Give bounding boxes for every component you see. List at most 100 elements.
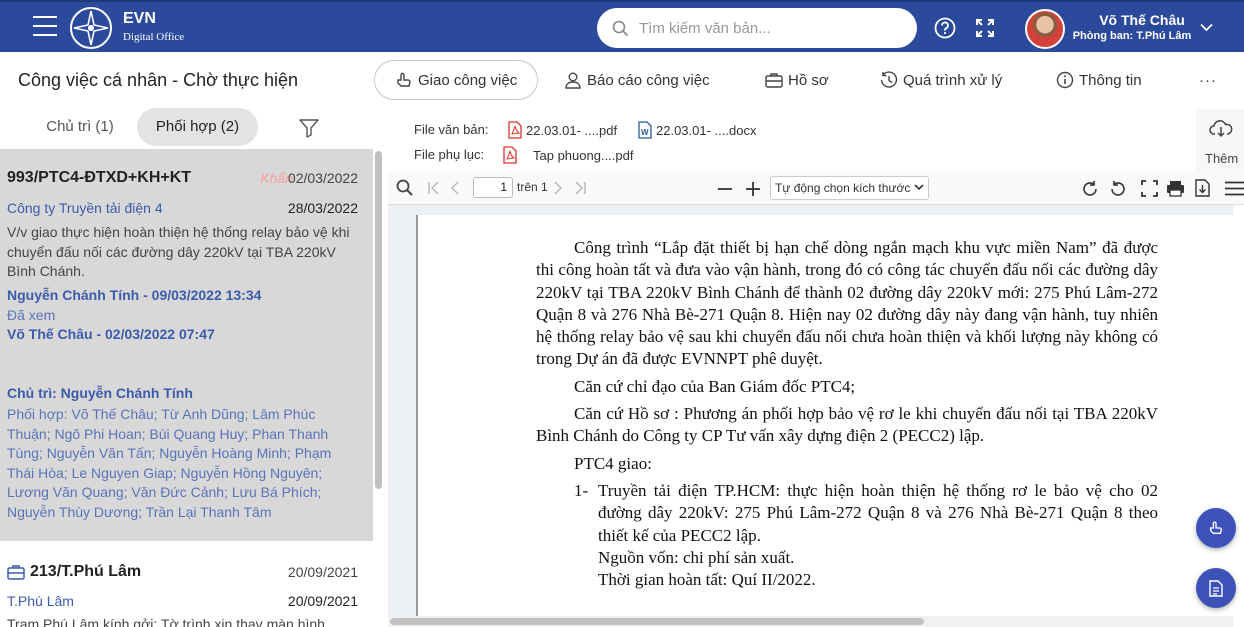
last-page-icon[interactable] <box>573 181 587 195</box>
avatar[interactable] <box>1025 9 1065 49</box>
tab-chu-tri[interactable]: Chủ trì (1) <box>30 108 130 146</box>
document-summary: V/v giao thực hiện hoàn thiện hệ thống r… <box>7 224 350 279</box>
paragraph: Nguồn vốn: chi phí sản xuất. <box>598 547 795 567</box>
viewer-horizontal-scrollbar[interactable] <box>388 616 1233 627</box>
chevron-down-icon[interactable] <box>1200 23 1213 32</box>
briefcase-icon <box>7 565 25 580</box>
process-history-button[interactable]: Quá trình xử lý <box>880 60 1002 100</box>
user-department: Phòng ban: T.Phú Lâm <box>1072 30 1192 42</box>
print-icon[interactable] <box>1166 180 1185 197</box>
assign-task-button[interactable]: Giao công việc <box>374 60 539 100</box>
receiver: Võ Thế Châu - 02/03/2022 07:47 <box>7 326 215 342</box>
zoom-value: Tự động chọn kích thước <box>775 181 911 195</box>
tab-phoi-hop[interactable]: Phối hợp (2) <box>137 108 258 146</box>
cloud-download-icon <box>1209 120 1233 138</box>
document-date: 20/09/2021 <box>287 564 358 580</box>
list-scrollbar[interactable] <box>374 149 383 627</box>
search-icon <box>612 20 629 37</box>
scrollbar-thumb[interactable] <box>390 618 924 625</box>
zoom-out-icon[interactable] <box>717 181 733 197</box>
rotate-counterclockwise-icon[interactable] <box>1109 180 1127 198</box>
assign-task-label: Giao công việc <box>418 71 518 89</box>
issuer-org: T.Phú Lâm <box>7 593 74 609</box>
tools-menu-icon[interactable] <box>1225 181 1244 196</box>
presentation-mode-icon[interactable] <box>1141 180 1158 197</box>
document-fab[interactable] <box>1196 568 1236 608</box>
process-history-label: Quá trình xử lý <box>903 71 1003 89</box>
pdf-icon <box>508 121 522 139</box>
document-summary: Trạm Phú Lâm kính gởi: Tờ trình xin thay… <box>7 616 325 627</box>
hand-point-icon <box>397 72 411 87</box>
more-files-label: Thêm ⌄ <box>1205 151 1244 166</box>
document-code-text: 213/T.Phú Lâm <box>30 563 142 580</box>
appendix-pdf-name: Tap phuong....pdf <box>533 147 634 163</box>
appendix-pdf-link[interactable]: Tap phuong....pdf <box>503 146 633 164</box>
collaborators: Phối hợp: Võ Thế Châu; Từ Anh Dũng; Lâm … <box>7 406 332 520</box>
document-docx-name: 22.03.01- ....docx <box>656 122 757 138</box>
list-item[interactable]: 993/PTC4-ĐTXD+KH+KT Khẩn 02/03/2022 Công… <box>0 149 373 541</box>
brand-name: EVN <box>123 10 156 27</box>
report-task-button[interactable]: Báo cáo công việc <box>564 60 710 100</box>
fullscreen-icon[interactable] <box>975 18 995 38</box>
document-pdf-name: 22.03.01- ....pdf <box>526 122 618 138</box>
numbered-item: 1- Truyền tải điện TP.HCM: thực hiện hoà… <box>574 480 1158 547</box>
dossier-label: Hồ sơ <box>788 71 829 89</box>
document-docx-link[interactable]: W 22.03.01- ....docx <box>638 121 756 139</box>
filter-icon[interactable] <box>298 117 320 139</box>
issuer-org: Công ty Truyền tải điện 4 <box>7 200 163 216</box>
paragraph: Căn cứ chỉ đạo của Ban Giám đốc PTC4; <box>574 376 856 396</box>
user-name[interactable]: Võ Thế Châu <box>1072 12 1212 28</box>
zoom-select[interactable]: Tự động chọn kích thước <box>770 176 929 200</box>
assigner: Nguyễn Chánh Tính - 09/03/2022 13:34 <box>7 287 262 303</box>
info-icon <box>1056 71 1074 89</box>
item-number: 1- <box>574 480 589 500</box>
menu-icon[interactable] <box>33 16 57 38</box>
hand-point-icon <box>1210 521 1223 534</box>
download-icon[interactable] <box>1195 179 1210 197</box>
help-icon[interactable] <box>934 17 956 39</box>
document-date: 02/03/2022 <box>287 170 358 186</box>
search-box[interactable] <box>597 8 917 48</box>
rotate-clockwise-icon[interactable] <box>1081 180 1099 198</box>
attachments-bar: File văn bản: File phụ lục: 22.03.01- ..… <box>388 109 1244 171</box>
previous-page-icon[interactable] <box>450 181 460 195</box>
appendix-files-label: File phụ lục: <box>414 147 485 162</box>
page-number-input[interactable]: 1 <box>473 177 513 198</box>
paragraph: Thời gian hoàn tất: Quí II/2022. <box>598 570 816 590</box>
scrollbar-thumb[interactable] <box>375 151 382 489</box>
evn-logo[interactable] <box>70 7 112 49</box>
deadline-date: 20/09/2021 <box>287 593 358 609</box>
document-pdf-link[interactable]: 22.03.01- ....pdf <box>508 121 617 139</box>
history-icon <box>880 71 898 88</box>
pdf-text: Công trình “Lắp đặt thiết bị hạn chế dòn… <box>536 237 1158 591</box>
dossier-button[interactable]: Hồ sơ <box>765 60 829 100</box>
paragraph: PTC4 giao: <box>574 453 652 473</box>
user-icon <box>565 72 581 89</box>
document-files-label: File văn bản: <box>414 122 489 137</box>
task-list[interactable]: 993/PTC4-ĐTXD+KH+KT Khẩn 02/03/2022 Công… <box>0 149 373 627</box>
search-icon[interactable] <box>396 179 414 197</box>
page-total: trên 1 <box>517 180 548 194</box>
read-status: Đã xem <box>7 307 56 323</box>
brand-subtitle: Digital Office <box>123 31 185 43</box>
info-button[interactable]: Thông tin <box>1056 60 1142 100</box>
page-title: Công việc cá nhân - Chờ thực hiện <box>18 70 299 90</box>
pdf-viewer[interactable]: Công trình “Lắp đặt thiết bị hạn chế dòn… <box>388 205 1233 616</box>
document-code: 993/PTC4-ĐTXD+KH+KT <box>7 169 192 186</box>
more-menu-button[interactable]: ··· <box>1199 60 1217 100</box>
paragraph: Căn cứ Hồ sơ : Phương án phối hợp bảo vệ… <box>536 404 1158 446</box>
briefcase-icon <box>765 73 783 88</box>
svg-text:W: W <box>641 128 649 137</box>
zoom-in-icon[interactable] <box>745 181 761 197</box>
assign-task-fab[interactable] <box>1196 508 1236 548</box>
next-page-icon[interactable] <box>553 181 563 195</box>
tab-bar: Chủ trì (1) Phối hợp (2) <box>0 107 385 149</box>
item-text: Truyền tải điện TP.HCM: thực hiện hoàn t… <box>598 480 1158 545</box>
search-input[interactable] <box>639 16 899 40</box>
pdf-page: Công trình “Lắp đặt thiết bị hạn chế dòn… <box>416 215 1233 616</box>
more-files-button[interactable]: Thêm ⌄ <box>1196 109 1244 171</box>
lead-person: Chủ trì: Nguyễn Chánh Tính <box>7 385 193 401</box>
word-icon: W <box>638 121 652 139</box>
list-item[interactable]: 213/T.Phú Lâm 20/09/2021 T.Phú Lâm 20/09… <box>0 541 373 627</box>
first-page-icon[interactable] <box>427 181 441 195</box>
